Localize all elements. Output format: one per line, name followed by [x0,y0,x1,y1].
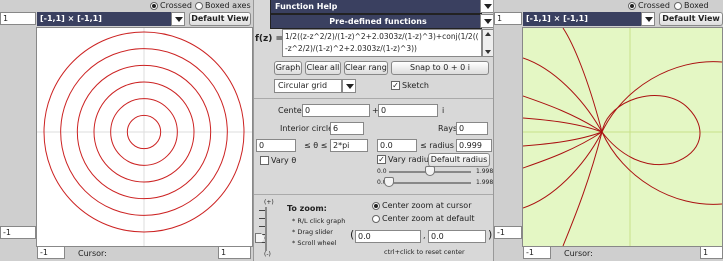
zoom-out-label: (-) [264,251,271,258]
image-region-fill [523,28,722,246]
zoom-in-label: (+) [264,199,274,206]
right-cursor-label: Cursor: [564,249,593,258]
fz-label: f(z) = [255,34,284,44]
zoom-hint: * Scroll wheel [292,239,337,247]
function-help-menu[interactable]: Function Help [270,0,482,14]
slider1-max-label: 1.998 [476,168,494,175]
circular-grid-plot [37,28,252,246]
center-label: Center [278,106,305,115]
vary-radius-checkbox[interactable]: ✓ Vary radius [377,155,433,164]
left-xmax-field[interactable]: 1 [218,246,251,259]
left-graph-panel: Crossed Boxed axes 1 [-1,1] × [-1,1] Def… [0,0,253,261]
imag-unit-label: i [442,106,445,115]
right-xmin-field[interactable]: -1 [523,246,551,259]
slider2-max-label: 1.998 [476,179,494,186]
radio-icon [150,1,158,10]
center-real-field[interactable]: 0 [302,104,370,117]
arrow-up-icon [485,32,491,36]
default-radius-button[interactable]: Default radius [428,153,490,167]
divider [254,98,493,99]
graph-button[interactable]: Graph [274,61,302,75]
radio-icon [628,1,636,10]
right-default-view-button[interactable]: Default View [659,12,723,26]
theta-min-field[interactable]: 0 [256,139,296,152]
right-ymin-field[interactable]: -1 [494,226,522,239]
left-axes-crossed-radio[interactable]: Crossed [150,1,192,10]
left-xmin-field[interactable]: -1 [37,246,65,259]
left-range-select[interactable]: [-1,1] × [-1,1] [37,12,171,26]
left-ymax-field[interactable]: 1 [0,12,36,25]
slider1-min-label: 0.0 [377,168,387,175]
radius-min-slider-thumb[interactable] [384,177,394,187]
radius-max-slider-thumb[interactable] [424,166,435,176]
checkmark-icon: ✓ [391,81,400,90]
right-graph-canvas[interactable] [522,27,723,247]
interior-circles-field[interactable]: 6 [330,122,364,135]
image-curves-plot [522,27,723,247]
zoom-track [265,207,267,251]
grid-type-select[interactable]: Circular grid [274,79,342,93]
left-graph-canvas[interactable] [36,27,253,247]
checkbox-icon [260,156,269,165]
left-cursor-label: Cursor: [78,249,107,258]
zoom-center-imag-field[interactable]: 0.0 [428,230,486,243]
zoom-hint: * Drag slider [292,228,333,236]
right-axes-crossed-radio[interactable]: Crossed [628,1,670,10]
zoom-center-real-field[interactable]: 0.0 [355,230,421,243]
radio-icon [372,214,380,223]
chevron-down-icon[interactable] [480,14,493,28]
chevron-down-icon[interactable] [641,12,655,26]
divider [254,194,493,195]
radius-min-field[interactable]: 0.0 [377,139,417,152]
control-panel: Function Help Pre-defined functions f(z)… [253,0,494,261]
formula-line: -z^2/2)/(1-z)^2+2.0303z/(1-z)^3)) [285,44,417,53]
center-imag-field[interactable]: 0 [378,104,438,117]
radio-icon [674,1,682,10]
vary-theta-checkbox[interactable]: Vary θ [260,156,296,165]
left-ymin-field[interactable]: -1 [0,226,36,239]
predefined-functions-select[interactable]: Pre-defined functions [270,14,482,29]
right-range-select[interactable]: [-1,1] × [-1,1] [523,12,641,26]
chevron-down-icon[interactable] [342,79,356,93]
rays-field[interactable]: 0 [456,122,488,135]
formula-scrollbar[interactable] [482,29,493,57]
formula-input[interactable]: 1/2((z-z^2/2)/(1-z)^2+2.0303z/(1-z)^3)+c… [282,29,482,57]
center-zoom-default-radio[interactable]: Center zoom at default [372,214,475,223]
left-axes-boxed-radio[interactable]: Boxed axes [195,1,251,10]
checkmark-icon: ✓ [377,155,386,164]
ctrl-click-hint: ctrl+click to reset center [384,248,465,256]
zoom-hint: * R/L click graph [292,217,346,225]
chevron-down-icon[interactable] [480,0,493,13]
radio-icon [195,1,203,10]
right-xmax-field[interactable]: 1 [700,246,723,259]
snap-to-origin-button[interactable]: Snap to 0 + 0 i [391,61,489,75]
to-zoom-label: To zoom: [287,204,327,213]
right-ymax-field[interactable]: 1 [494,12,522,25]
theta-range-label: ≤ θ ≤ [304,141,328,150]
formula-line: 1/2((z-z^2/2)/(1-z)^2+2.0303z/(1-z)^3)+c… [285,32,479,41]
center-zoom-cursor-radio[interactable]: Center zoom at cursor [372,201,471,210]
zoom-slider[interactable]: (+) (-) [255,199,279,258]
arrow-down-icon [485,50,491,54]
radio-icon [372,201,380,210]
right-graph-panel: Crossed Boxed axes 1 [-1,1] × [-1,1] Def… [494,0,723,261]
sketch-checkbox[interactable]: ✓ Sketch [391,81,429,90]
radius-min-slider-track[interactable] [389,182,471,184]
theta-max-field[interactable]: 2*pi [330,139,368,152]
chevron-down-icon[interactable] [171,12,185,26]
clear-all-button[interactable]: Clear all [305,61,341,75]
clear-range-button[interactable]: Clear range [344,61,388,75]
left-default-view-button[interactable]: Default View [189,12,251,26]
radius-max-field[interactable]: 0.999 [456,139,492,152]
